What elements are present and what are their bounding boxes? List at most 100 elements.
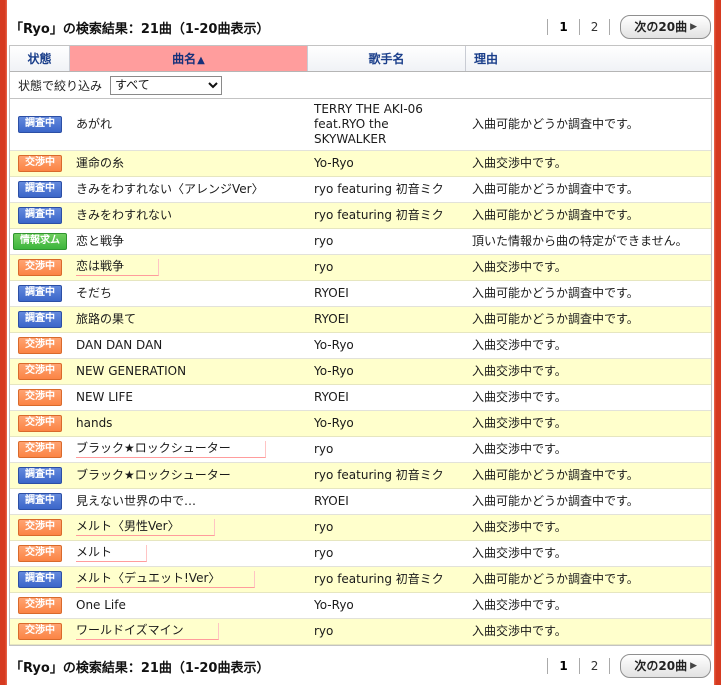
- table-row: 調査中 見えない世界の中で… RYOEI 入曲可能かどうか調査中です。: [10, 489, 711, 515]
- status-badge: 交渉中: [18, 441, 62, 458]
- table-body: 調査中 あがれ TERRY THE AKI-06 feat.RYO the SK…: [10, 99, 711, 645]
- next-arrow-icon: ▶: [690, 21, 697, 32]
- song-title[interactable]: ブラック★ロックシューター: [76, 441, 266, 458]
- song-title-cell: ブラック★ロックシューター: [70, 465, 308, 486]
- song-title: 運命の糸: [76, 156, 125, 170]
- song-title-cell: hands: [70, 413, 308, 434]
- pagination-bottom: 1 2 次の20曲 ▶: [547, 654, 711, 678]
- artist-name: ryo: [314, 260, 334, 274]
- table-row: 交渉中 hands Yo-Ryo 入曲交渉中です。: [10, 411, 711, 437]
- next-page-button[interactable]: 次の20曲 ▶: [620, 15, 711, 39]
- results-summary-top: 「Ryo」の検索結果：21曲（1-20曲表示）: [10, 21, 270, 37]
- table-row: 交渉中 メルト ryo 入曲交渉中です。: [10, 541, 711, 567]
- status-badge: 交渉中: [18, 259, 62, 276]
- reason-text: 入曲交渉中です。: [472, 390, 567, 404]
- table-row: 調査中 きみをわすれない〈アレンジVer〉 ryo featuring 初音ミク…: [10, 177, 711, 203]
- status-cell: 交渉中: [10, 360, 70, 383]
- song-title: 旅路の果て: [76, 312, 137, 326]
- search-results-page: 「Ryo」の検索結果：21曲（1-20曲表示） 1 2 次の20曲 ▶ 状態 曲…: [0, 0, 721, 685]
- song-title-cell: メルト〈デュエット!Ver〉: [70, 568, 308, 591]
- reason-text: 入曲可能かどうか調査中です。: [472, 312, 639, 326]
- table-row: 交渉中 運命の糸 Yo-Ryo 入曲交渉中です。: [10, 151, 711, 177]
- song-title: One Life: [76, 598, 126, 612]
- status-badge: 調査中: [18, 285, 62, 302]
- status-badge: 交渉中: [18, 623, 62, 640]
- status-cell: 交渉中: [10, 620, 70, 643]
- column-header-title[interactable]: 曲名▲: [70, 46, 308, 71]
- status-cell: 交渉中: [10, 594, 70, 617]
- status-badge: 情報求ム: [13, 233, 67, 250]
- page-number-2[interactable]: 2: [578, 19, 610, 35]
- song-title-cell: ブラック★ロックシューター: [70, 438, 308, 461]
- page-numbers-bottom: 1 2: [547, 658, 611, 674]
- status-badge: 調査中: [18, 571, 62, 588]
- page-number-2-bottom[interactable]: 2: [578, 658, 610, 674]
- status-cell: 調査中: [10, 204, 70, 227]
- table-row: 交渉中 NEW GENERATION Yo-Ryo 入曲交渉中です。: [10, 359, 711, 385]
- song-title[interactable]: メルト〈デュエット!Ver〉: [76, 571, 256, 588]
- reason-text: 入曲可能かどうか調査中です。: [472, 208, 639, 222]
- reason-text: 入曲交渉中です。: [472, 364, 567, 378]
- status-cell: 交渉中: [10, 386, 70, 409]
- status-cell: 交渉中: [10, 412, 70, 435]
- artist-name: ryo featuring 初音ミク: [314, 572, 444, 586]
- results-header-top: 「Ryo」の検索結果：21曲（1-20曲表示） 1 2 次の20曲 ▶: [10, 15, 711, 39]
- status-filter-select[interactable]: すべて: [110, 75, 223, 95]
- reason-text: 入曲交渉中です。: [472, 260, 567, 274]
- artist-name: Yo-Ryo: [314, 364, 354, 378]
- column-header-status[interactable]: 状態: [10, 46, 70, 71]
- song-title[interactable]: ワールドイズマイン: [76, 623, 219, 640]
- reason-text: 入曲可能かどうか調査中です。: [472, 572, 639, 586]
- artist-name: ryo featuring 初音ミク: [314, 182, 444, 196]
- table-row: 調査中 メルト〈デュエット!Ver〉 ryo featuring 初音ミク 入曲…: [10, 567, 711, 593]
- song-title-cell: 見えない世界の中で…: [70, 491, 308, 512]
- reason-text: 入曲交渉中です。: [472, 338, 567, 352]
- song-title: 恋と戦争: [76, 234, 125, 248]
- table-row: 調査中 きみをわすれない ryo featuring 初音ミク 入曲可能かどうか…: [10, 203, 711, 229]
- status-cell: 調査中: [10, 568, 70, 591]
- song-title[interactable]: メルト〈男性Ver〉: [76, 519, 215, 536]
- song-title-cell: メルト: [70, 542, 308, 565]
- song-title: NEW GENERATION: [76, 364, 187, 378]
- song-title-cell: 運命の糸: [70, 153, 308, 174]
- song-title: 見えない世界の中で…: [76, 494, 197, 508]
- column-header-artist[interactable]: 歌手名: [308, 46, 466, 71]
- status-filter-label: 状態で絞り込み: [18, 78, 103, 93]
- status-filter-row: 状態で絞り込み すべて: [10, 72, 711, 99]
- reason-text: 入曲交渉中です。: [472, 416, 567, 430]
- song-title-cell: One Life: [70, 595, 308, 616]
- status-cell: 調査中: [10, 464, 70, 487]
- table-row: 交渉中 One Life Yo-Ryo 入曲交渉中です。: [10, 593, 711, 619]
- reason-text: 入曲交渉中です。: [472, 520, 567, 534]
- table-row: 交渉中 メルト〈男性Ver〉 ryo 入曲交渉中です。: [10, 515, 711, 541]
- artist-name: ryo: [314, 624, 334, 638]
- status-cell: 交渉中: [10, 152, 70, 175]
- status-cell: 交渉中: [10, 334, 70, 357]
- next-page-button-bottom[interactable]: 次の20曲 ▶: [620, 654, 711, 678]
- artist-name: Yo-Ryo: [314, 598, 354, 612]
- song-title-cell: DAN DAN DAN: [70, 335, 308, 356]
- table-row: 調査中 そだち RYOEI 入曲可能かどうか調査中です。: [10, 281, 711, 307]
- song-title[interactable]: メルト: [76, 545, 148, 562]
- status-badge: 交渉中: [18, 155, 62, 172]
- reason-text: 入曲可能かどうか調査中です。: [472, 494, 639, 508]
- artist-name: Yo-Ryo: [314, 338, 354, 352]
- next-arrow-icon-bottom: ▶: [690, 660, 697, 671]
- song-title-cell: 恋と戦争: [70, 231, 308, 252]
- table-row: 交渉中 ブラック★ロックシューター ryo 入曲交渉中です。: [10, 437, 711, 463]
- status-cell: 調査中: [10, 490, 70, 513]
- column-header-reason[interactable]: 理由: [466, 46, 711, 71]
- song-title-cell: きみをわすれない: [70, 205, 308, 226]
- reason-text: 入曲可能かどうか調査中です。: [472, 117, 639, 131]
- table-header-row: 状態 曲名▲ 歌手名 理由: [10, 46, 711, 72]
- artist-name: ryo: [314, 520, 334, 534]
- status-badge: 調査中: [18, 467, 62, 484]
- status-badge: 調査中: [18, 311, 62, 328]
- song-title: きみをわすれない: [76, 208, 173, 222]
- status-badge: 交渉中: [18, 389, 62, 406]
- status-cell: 交渉中: [10, 542, 70, 565]
- status-cell: 調査中: [10, 308, 70, 331]
- status-cell: 調査中: [10, 113, 70, 136]
- song-title-cell: きみをわすれない〈アレンジVer〉: [70, 179, 308, 200]
- song-title[interactable]: 恋は戦争: [76, 259, 160, 276]
